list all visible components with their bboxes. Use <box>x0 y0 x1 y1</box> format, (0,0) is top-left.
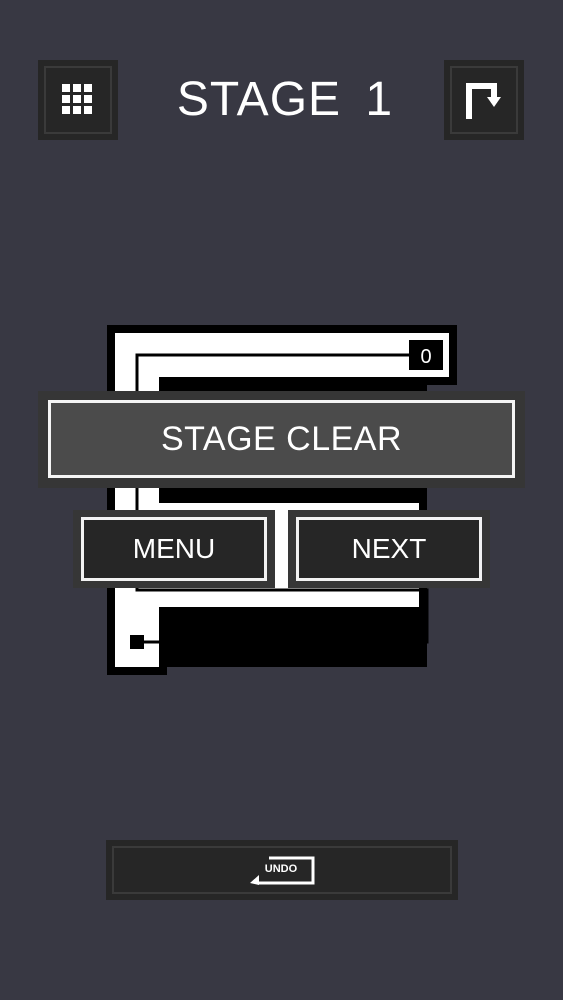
undo-button[interactable]: UNDO <box>106 840 458 900</box>
stage-number: 1 <box>365 73 394 126</box>
stage-label: STAGE <box>176 73 342 126</box>
grid-icon <box>62 84 92 114</box>
next-button[interactable]: NEXT <box>296 517 482 581</box>
next-button-frame: NEXT <box>288 510 490 588</box>
stage-title: STAGE 1 <box>150 70 420 130</box>
menu-button-frame: MENU <box>73 510 275 588</box>
path-start-point <box>130 635 144 649</box>
restart-button[interactable] <box>444 60 524 140</box>
undo-label: UNDO <box>264 863 298 875</box>
menu-button[interactable]: MENU <box>81 517 267 581</box>
puzzle-board[interactable]: 0 <box>102 320 462 680</box>
puzzle-board-graphic: 0 <box>107 325 457 675</box>
restart-icon <box>466 83 501 119</box>
stage-clear-banner: STAGE CLEAR <box>48 400 515 478</box>
stage-select-button[interactable] <box>38 60 118 140</box>
move-counter: 0 <box>420 346 431 368</box>
